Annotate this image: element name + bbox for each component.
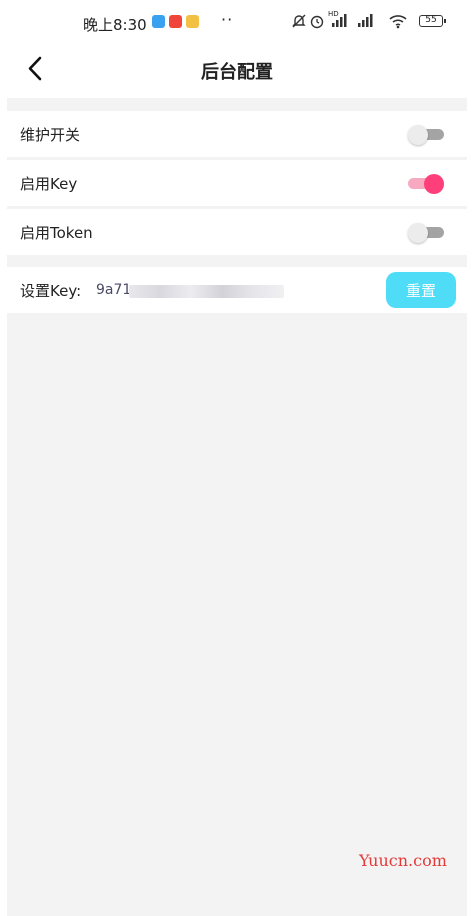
alarm-icon xyxy=(309,13,325,33)
wifi-icon xyxy=(388,13,408,33)
watermark: Yuucn.com xyxy=(359,851,447,870)
enable-key-label: 启用Key xyxy=(20,175,78,193)
set-key-row: 设置Key: 9a71. 重置 xyxy=(7,267,467,313)
nav-header: 后台配置 xyxy=(7,42,467,98)
maintenance-label: 维护开关 xyxy=(20,126,81,144)
gallery-app-icon xyxy=(152,15,165,28)
maintenance-switch[interactable] xyxy=(408,125,444,145)
page-title: 后台配置 xyxy=(201,62,273,83)
switch-thumb xyxy=(408,125,428,145)
battery-icon: 55 xyxy=(419,15,446,27)
more-notifications-icon: ·· xyxy=(221,10,234,29)
status-bar: 晚上8:30 ·· HD 55 xyxy=(7,0,467,42)
enable-key-switch[interactable] xyxy=(408,174,444,194)
signal-icon xyxy=(356,13,378,33)
bell-muted-icon xyxy=(291,13,307,33)
status-time: 晚上8:30 xyxy=(83,16,147,34)
set-key-label: 设置Key: xyxy=(20,282,82,300)
switch-thumb xyxy=(424,174,444,194)
maintenance-row: 维护开关 xyxy=(7,111,467,157)
enable-key-row: 启用Key xyxy=(7,160,467,206)
red-app-icon xyxy=(169,15,182,28)
app-frame: 晚上8:30 ·· HD 55 后台配置 维护开关 启用Key 启用Token … xyxy=(7,0,467,916)
chat-app-icon xyxy=(186,15,199,28)
enable-token-switch[interactable] xyxy=(408,223,444,243)
key-redaction xyxy=(129,285,284,298)
reset-button[interactable]: 重置 xyxy=(386,272,456,308)
switch-thumb xyxy=(408,223,428,243)
enable-token-label: 启用Token xyxy=(20,224,93,242)
enable-token-row: 启用Token xyxy=(7,209,467,255)
